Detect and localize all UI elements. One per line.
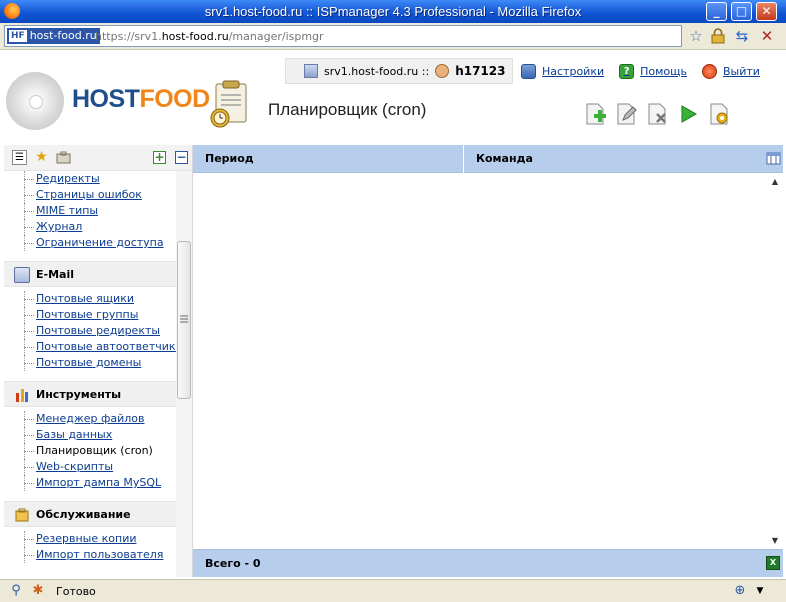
sidebar-item-redirects[interactable]: Редиректы <box>4 171 176 187</box>
table-footer: Всего - 0 X <box>193 549 783 577</box>
sidebar-item-databases[interactable]: Базы данных <box>4 427 176 443</box>
hostfood-logo[interactable]: HOSTFOOD <box>6 70 210 130</box>
cron-table: Период Команда ▲ ▼ Всего - 0 X <box>192 145 783 577</box>
help-link[interactable]: ? Помощь <box>619 63 687 79</box>
delete-icon[interactable] <box>645 102 669 126</box>
group-maintenance[interactable]: Обслуживание <box>4 501 176 527</box>
sidebar-nav: Редиректы Страницы ошибок MIME типы Журн… <box>4 171 176 577</box>
header-links: Настройки ? Помощь Выйти <box>521 58 783 84</box>
sidebar-item-mailboxes[interactable]: Почтовые ящики <box>4 291 176 307</box>
top-strip: srv1.host-food.ru :: h17123 Настройки ? … <box>285 58 783 84</box>
scroll-up-icon[interactable]: ▲ <box>770 177 780 186</box>
tools-icon <box>14 387 30 403</box>
url-bar[interactable]: HF host-food.ru https://srv1.host-food.r… <box>4 25 682 47</box>
logo-text: HOSTFOOD <box>72 85 210 113</box>
server-icon <box>304 64 318 78</box>
settings-link[interactable]: Настройки <box>521 63 604 79</box>
group-tools[interactable]: Инструменты <box>4 381 176 407</box>
user-name: h17123 <box>455 64 506 78</box>
add-icon[interactable] <box>583 102 607 126</box>
collapse-all-icon[interactable]: − <box>175 151 188 164</box>
zoom-icon[interactable]: ⊕ <box>732 583 748 599</box>
sidebar-item-mail-domains[interactable]: Почтовые домены <box>4 355 176 371</box>
status-text: Готово <box>56 585 96 598</box>
sidebar-scrollbar[interactable] <box>176 171 192 577</box>
site-favicon: HF <box>9 30 27 42</box>
scroll-down-icon[interactable]: ▼ <box>770 536 780 545</box>
reload-icon[interactable]: ⇆ <box>732 26 752 46</box>
action-toolbar <box>583 102 738 126</box>
sidebar-item-backups[interactable]: Резервные копии <box>4 531 176 547</box>
page-title: Планировщик (cron) <box>268 100 427 119</box>
sidebar-item-mime-types[interactable]: MIME типы <box>4 203 176 219</box>
maximize-button[interactable]: □ <box>731 2 752 21</box>
edit-icon[interactable] <box>614 102 638 126</box>
app-header: HOSTFOOD Планировщик (cron) srv1.host-fo… <box>0 50 786 144</box>
sidebar-item-mail-groups[interactable]: Почтовые группы <box>4 307 176 323</box>
minimize-button[interactable]: _ <box>706 2 727 21</box>
lock-icon[interactable] <box>708 26 728 46</box>
firebug-icon[interactable]: ✱ <box>30 583 46 599</box>
settings-icon <box>521 63 536 79</box>
sidebar-toolbar: ☰ ★ + − <box>4 145 192 171</box>
table-header: Период Команда <box>193 145 783 173</box>
maintenance-icon <box>14 507 30 523</box>
sidebar-item-web-scripts[interactable]: Web-скрипты <box>4 459 176 475</box>
column-header-command[interactable]: Команда <box>463 145 763 173</box>
expand-all-icon[interactable]: + <box>153 151 166 164</box>
excel-export-icon[interactable]: X <box>766 556 780 570</box>
search-icon[interactable]: ⚲ <box>8 583 24 599</box>
run-icon[interactable] <box>676 102 700 126</box>
star-icon[interactable]: ☆ <box>686 26 706 46</box>
total-count: Всего - 0 <box>205 557 261 570</box>
scheduler-icon <box>208 80 252 128</box>
list-view-icon[interactable]: ☰ <box>12 150 27 165</box>
window-title: srv1.host-food.ru :: ISPmanager 4.3 Prof… <box>204 4 582 19</box>
window-titlebar: srv1.host-food.ru :: ISPmanager 4.3 Prof… <box>0 0 786 23</box>
sidebar-item-user-import[interactable]: Импорт пользователя <box>4 547 176 563</box>
column-header-period[interactable]: Период <box>193 145 463 173</box>
power-icon <box>702 63 717 79</box>
navigation-toolbar: HF host-food.ru https://srv1.host-food.r… <box>0 23 786 50</box>
close-button[interactable]: ✕ <box>756 2 777 21</box>
url-text[interactable]: https://srv1.host-food.ru/manager/ispmgr <box>95 30 324 43</box>
group-email[interactable]: E-Mail <box>4 261 176 287</box>
sidebar: ☰ ★ + − Редиректы Страницы ошибок MIME т… <box>4 145 192 577</box>
help-icon: ? <box>619 63 635 79</box>
table-body <box>193 173 783 549</box>
favorites-star-icon[interactable]: ★ <box>34 150 49 165</box>
logout-link[interactable]: Выйти <box>702 63 760 79</box>
sidebar-item-access-restriction[interactable]: Ограничение доступа <box>4 235 176 251</box>
sidebar-item-file-manager[interactable]: Менеджер файлов <box>4 411 176 427</box>
mail-icon <box>14 267 30 283</box>
column-settings-icon[interactable] <box>766 151 781 166</box>
sidebar-item-mysql-import[interactable]: Импорт дампа MySQL <box>4 475 176 491</box>
settings-icon[interactable] <box>707 102 731 126</box>
browser-statusbar: ⚲ ✱ Готово ⊕ ▼ <box>0 579 786 602</box>
sidebar-item-autoresponders[interactable]: Почтовые автоответчики <box>4 339 176 355</box>
site-identity-button[interactable]: HF host-food.ru <box>7 28 100 44</box>
user-icon <box>435 64 450 78</box>
sidebar-item-cron[interactable]: Планировщик (cron) <box>4 443 176 459</box>
sidebar-item-error-pages[interactable]: Страницы ошибок <box>4 187 176 203</box>
sidebar-item-mail-redirects[interactable]: Почтовые редиректы <box>4 323 176 339</box>
zoom-dropdown-icon[interactable]: ▼ <box>752 583 768 599</box>
server-name: srv1.host-food.ru :: <box>324 64 430 78</box>
logo-disc-icon <box>6 72 64 130</box>
briefcase-icon[interactable] <box>56 150 71 165</box>
site-identity-label: host-food.ru <box>29 29 97 42</box>
stop-icon[interactable]: ✕ <box>757 26 777 46</box>
table-scrollbar[interactable]: ▲ ▼ <box>768 173 782 549</box>
server-info: srv1.host-food.ru :: h17123 <box>285 58 513 84</box>
sidebar-item-log[interactable]: Журнал <box>4 219 176 235</box>
scroll-grip-icon <box>180 315 188 323</box>
